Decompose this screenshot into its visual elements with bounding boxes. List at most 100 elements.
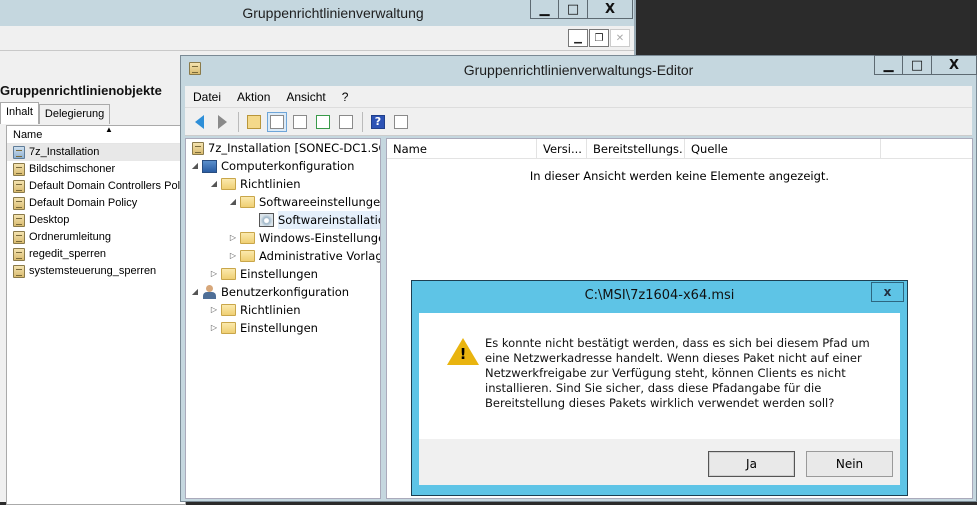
gpm-minimize-button[interactable]: ▁	[530, 0, 559, 19]
software-install-icon	[259, 213, 274, 227]
folder-icon	[240, 232, 255, 244]
gpo-list-item[interactable]: systemsteuerung_sperren	[7, 263, 185, 280]
toolbar: ?	[185, 108, 972, 136]
back-button[interactable]	[189, 112, 209, 132]
tree-node[interactable]: 7z_Installation [SONEC-DC1.SONEC.LOCAL] …	[186, 139, 380, 157]
column-header-name[interactable]: Name	[387, 139, 537, 158]
gpo-list-item[interactable]: Desktop	[7, 212, 185, 229]
gpo-scroll-icon	[13, 265, 25, 278]
expand-icon[interactable]: ▷	[228, 247, 238, 265]
gpo-list-item-label: Bildschimschoner	[29, 163, 116, 175]
tree-node[interactable]: ▷ Administrative Vorlagen	[186, 247, 380, 265]
gpo-rows: 7z_Installation Bildschimschoner Default D…	[7, 144, 185, 280]
dialog-footer: Ja Nein	[419, 439, 900, 485]
close-icon: x	[883, 285, 892, 299]
show-action-pane-button[interactable]	[391, 112, 411, 132]
tree-node[interactable]: ▷ Einstellungen	[186, 319, 380, 337]
folder-icon	[240, 250, 255, 262]
tree-node[interactable]: Softwareinstallation	[186, 211, 380, 229]
tree-node[interactable]: ◢ Softwareeinstellungen	[186, 193, 380, 211]
tree-node[interactable]: ◢ Computerkonfiguration	[186, 157, 380, 175]
expanded-icon[interactable]: ◢	[228, 193, 238, 211]
editor-caption-buttons: ▁ □ X	[874, 55, 977, 75]
back-icon	[194, 114, 204, 129]
folder-icon	[221, 268, 236, 280]
mdi-minimize-button[interactable]: ▁	[568, 29, 588, 47]
tab-inhalt[interactable]: Inhalt	[0, 102, 39, 124]
gpo-scroll-icon	[13, 180, 25, 193]
tree-node[interactable]: ▷ Windows-Einstellungen	[186, 229, 380, 247]
tree-node[interactable]: ◢ Benutzerkonfiguration	[186, 283, 380, 301]
refresh-button[interactable]	[313, 112, 333, 132]
column-header-name[interactable]: Name ▲	[7, 125, 185, 144]
column-header-deployment[interactable]: Bereitstellungs...	[587, 139, 685, 158]
gpo-scroll-icon	[13, 248, 25, 261]
minimize-icon: ▁	[539, 1, 550, 17]
gpo-list-item-label: Ordnerumleitung	[29, 231, 111, 243]
tree-node[interactable]: ◢ Richtlinien	[186, 175, 380, 193]
tree-node[interactable]: ▷ Richtlinien	[186, 301, 380, 319]
yes-button[interactable]: Ja	[708, 451, 795, 477]
column-header-version[interactable]: Versi...	[537, 139, 587, 158]
show-action-pane-icon	[394, 114, 408, 129]
maximize-icon: □	[910, 57, 924, 73]
expanded-icon[interactable]: ◢	[190, 283, 200, 301]
tree-node-label: Richtlinien	[240, 303, 301, 317]
gpo-list-item[interactable]: Ordnerumleitung	[7, 229, 185, 246]
tree-node-label: Benutzerkonfiguration	[221, 285, 350, 299]
expand-icon[interactable]: ▷	[209, 265, 219, 283]
gpo-list-item[interactable]: 7z_Installation	[7, 144, 185, 161]
tab-delegierung[interactable]: Delegierung	[38, 104, 111, 124]
expand-icon[interactable]: ▷	[209, 301, 219, 319]
gpm-close-button[interactable]: X	[588, 0, 633, 19]
gpo-list-item[interactable]: Bildschimschoner	[7, 161, 185, 178]
export-list-button[interactable]	[336, 112, 356, 132]
gpo-list-item[interactable]: Default Domain Controllers Policy	[7, 178, 185, 195]
gpo-list-item-label: Default Domain Controllers Policy	[29, 180, 185, 192]
tree-node-label: 7z_Installation [SONEC-DC1.SONEC.LOCAL] …	[208, 141, 380, 155]
menu-help[interactable]: ?	[334, 86, 357, 108]
folder-icon	[221, 322, 236, 334]
gpo-list-item-label: regedit_sperren	[29, 248, 107, 260]
menu-datei[interactable]: Datei	[185, 86, 229, 108]
gpo-scroll-icon	[13, 163, 25, 176]
menu-aktion[interactable]: Aktion	[229, 86, 278, 108]
expand-icon[interactable]: ▷	[228, 229, 238, 247]
editor-maximize-button[interactable]: □	[903, 55, 932, 75]
expanded-icon[interactable]: ◢	[209, 175, 219, 193]
forward-button[interactable]	[212, 112, 232, 132]
gpo-list-item[interactable]: regedit_sperren	[7, 246, 185, 263]
tree-node-label: Richtlinien	[240, 177, 301, 191]
mdi-close-button[interactable]: ✕	[610, 29, 630, 47]
menu-ansicht[interactable]: Ansicht	[278, 86, 333, 108]
mdi-restore-button[interactable]: ❐	[589, 29, 609, 47]
close-icon: ✕	[615, 32, 625, 44]
properties-button[interactable]	[290, 112, 310, 132]
warning-exclamation: !	[459, 345, 467, 363]
close-icon: X	[948, 57, 960, 73]
help-button[interactable]: ?	[368, 112, 388, 132]
mdi-bar: ▁ ❐ ✕	[0, 26, 634, 51]
gpm-maximize-button[interactable]: □	[559, 0, 588, 19]
restore-icon: ❐	[594, 32, 604, 44]
dialog-body: ! Es konnte nicht bestätigt werden, dass…	[419, 313, 900, 439]
editor-minimize-button[interactable]: ▁	[874, 55, 903, 75]
gpo-list-item[interactable]: Default Domain Policy	[7, 195, 185, 212]
gpo-list-item-label: 7z_Installation	[29, 146, 100, 158]
show-hide-tree-button[interactable]	[267, 111, 287, 132]
tree-node-label: Windows-Einstellungen	[259, 231, 381, 245]
tree-node-label: Computerkonfiguration	[221, 159, 355, 173]
export-list-icon	[339, 114, 353, 129]
properties-icon	[293, 114, 307, 129]
up-folder-button[interactable]	[244, 112, 264, 132]
tree-node[interactable]: ▷ Einstellungen	[186, 265, 380, 283]
expand-icon[interactable]: ▷	[209, 319, 219, 337]
dialog-close-button[interactable]: x	[871, 282, 904, 302]
refresh-icon	[316, 114, 330, 129]
editor-close-button[interactable]: X	[932, 55, 977, 75]
expanded-icon[interactable]: ◢	[190, 157, 200, 175]
gpo-scroll-icon	[13, 146, 25, 159]
mdi-buttons: ▁ ❐ ✕	[567, 29, 630, 47]
column-header-source[interactable]: Quelle	[685, 139, 881, 158]
no-button[interactable]: Nein	[806, 451, 893, 477]
